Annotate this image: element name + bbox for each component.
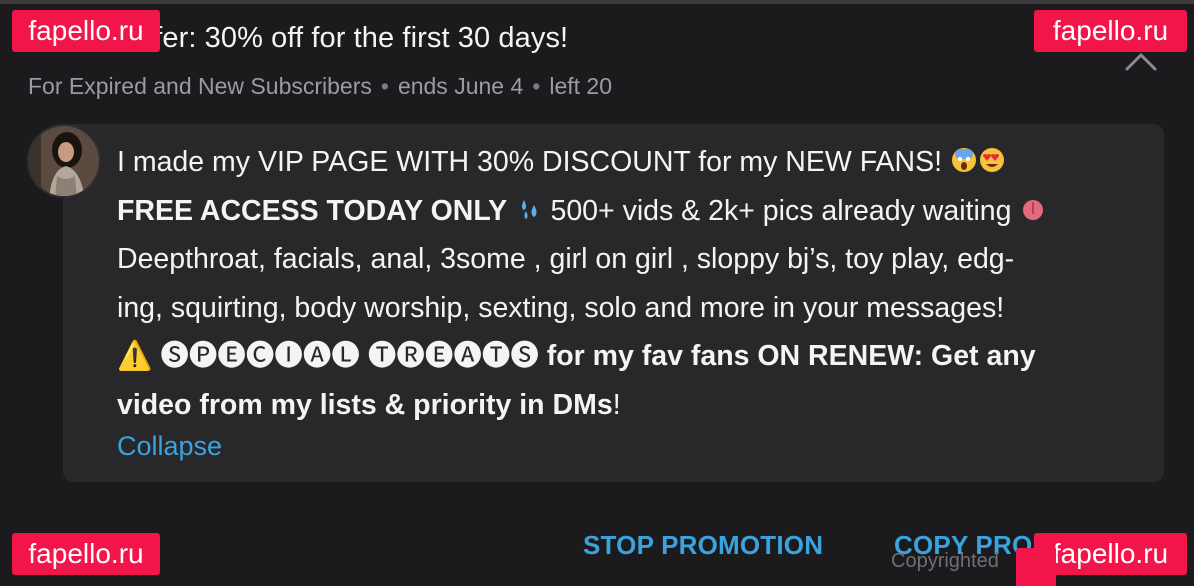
message-line: FREE ACCESS TODAY ONLY 500+ vids & 2k+ p… [117,187,1117,236]
promo-audience: For Expired and New Subscribers [28,73,372,99]
separator-dot: • [380,73,389,99]
message-body: I made my VIP PAGE WITH 30% DISCOUNT for… [117,138,1117,429]
watermark-badge: fapello.ru [12,10,160,52]
heart-eyes-icon [980,148,1004,173]
promo-subline: For Expired and New Subscribers • ends Jun… [28,73,612,100]
special-treats-text: ⚠️ 🅢🅟🅔🅒🅘🅐🅛 🅣🅡🅔🅐🅣🅢 [117,340,539,372]
watermark-badge: fapello.ru [12,533,160,575]
separator-dot: • [532,73,541,99]
promo-ends: ends June 4 [397,73,524,99]
collapse-link[interactable]: Collapse [117,431,222,462]
sweat-droplets-icon [521,199,537,219]
message-line: video from my lists & priority in DMs! [117,388,621,421]
message-line: I made my VIP PAGE WITH 30% DISCOUNT for… [117,138,1117,187]
chevron-up-icon[interactable] [1124,50,1158,72]
watermark-badge: fapello.ru [1034,533,1187,575]
promo-left: left 20 [549,73,612,99]
watermark-badge-partial [1016,548,1056,586]
message-line: ing, squirting, body worship, sexting, s… [117,291,1005,324]
top-divider [0,0,1194,4]
avatar[interactable] [27,124,101,198]
watermark-badge: fapello.ru [1034,10,1187,52]
message-line: Deepthroat, facials, anal, 3some , girl … [117,243,1015,275]
stop-promotion-button[interactable]: STOP PROMOTION [583,530,823,561]
message-line: ⚠️ 🅢🅟🅔🅒🅘🅐🅛 🅣🅡🅔🅐🅣🅢 for my fav fans ON REN… [117,340,1036,372]
tongue-icon [1023,199,1044,220]
screaming-face-icon [952,148,976,173]
